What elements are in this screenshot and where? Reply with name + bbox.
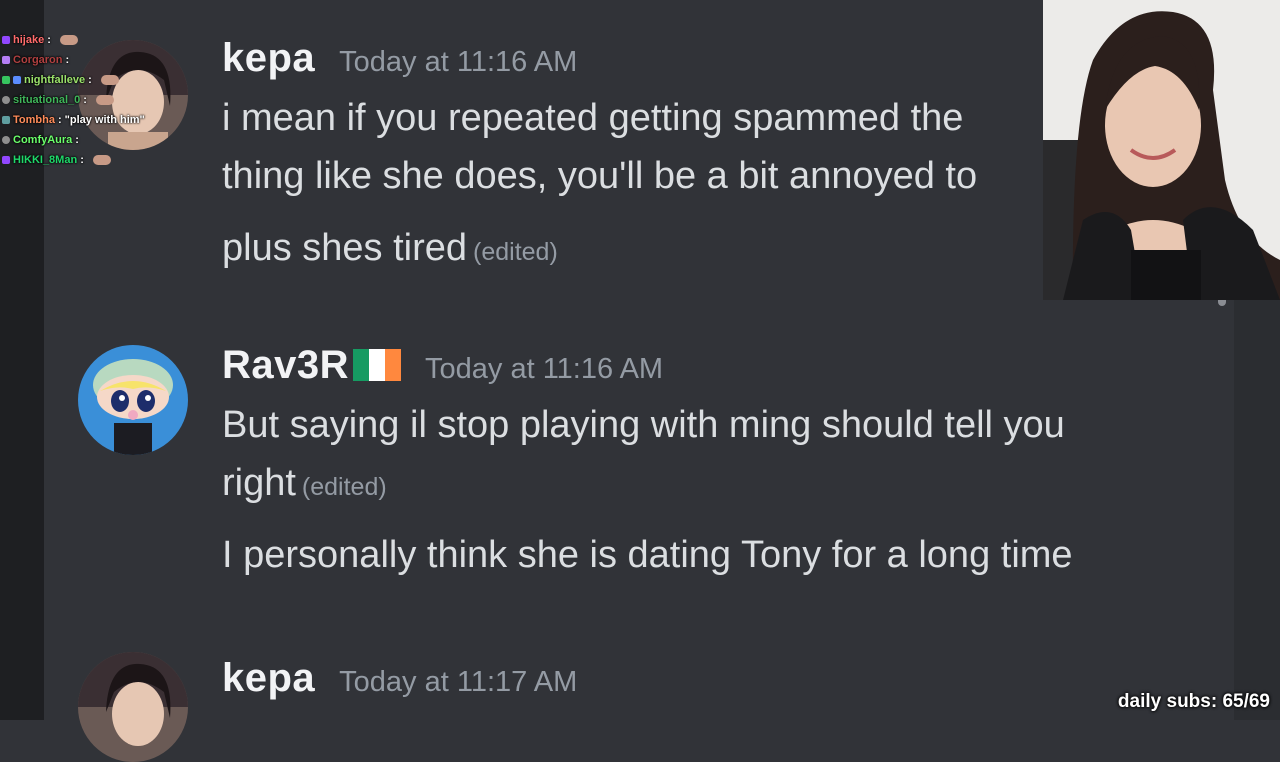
chat-user: hijake	[13, 34, 45, 46]
timestamp[interactable]: Today at 11:17 AM	[339, 666, 577, 699]
chat-user: nightfalleve	[24, 74, 86, 86]
sub-badge-icon	[2, 96, 10, 104]
chat-separator: :	[57, 114, 62, 126]
chat-line: HIKKI_8Man:	[2, 150, 202, 170]
edited-label: (edited)	[473, 238, 558, 266]
chat-line: nightfalleve:	[2, 70, 202, 90]
sub-badge-icon	[2, 136, 10, 144]
sub-badge-icon	[2, 56, 10, 64]
chat-user: Corgaron	[13, 54, 63, 66]
chat-line: situational_0:	[2, 90, 202, 110]
message-line: plus shes tired	[222, 227, 468, 269]
emote-icon	[92, 155, 111, 165]
sub-badge-icon	[2, 36, 10, 44]
vip-badge-icon	[13, 76, 21, 84]
chat-line: ComfyAura:	[2, 130, 202, 150]
chat-user: situational_0	[13, 94, 81, 106]
chat-separator: :	[83, 94, 87, 106]
rav3r-avatar[interactable]	[78, 345, 188, 455]
message-text: But saying il stop playing with ming sho…	[222, 404, 1065, 446]
chat-user: Tombha	[13, 114, 55, 126]
message-text: I personally think she is dating Tony fo…	[222, 534, 1073, 576]
message-text: thing like she does, you'll be a bit ann…	[222, 155, 978, 197]
author-name-text: Rav3R	[222, 343, 350, 387]
message-line: right	[222, 462, 296, 504]
message-header: kepa Today at 11:17 AM	[222, 656, 577, 701]
message-text: right (edited)	[222, 454, 387, 516]
author-name[interactable]: kepa	[222, 656, 315, 701]
chat-separator: :	[65, 54, 70, 66]
message-text: plus shes tired (edited)	[222, 219, 558, 281]
sub-badge-icon	[2, 116, 10, 124]
sub-badge-icon	[2, 76, 10, 84]
chat-line: hijake:	[2, 30, 202, 50]
chat-separator: :	[88, 74, 92, 86]
daily-subs-counter: daily subs: 65/69	[1117, 691, 1270, 712]
author-name[interactable]: kepa	[222, 36, 315, 81]
chat-line: Tombha: "play with him"	[2, 110, 202, 130]
timestamp[interactable]: Today at 11:16 AM	[425, 353, 663, 386]
emote-icon	[59, 35, 78, 45]
message-text: i mean if you repeated getting spammed t…	[222, 97, 964, 139]
stream-chat-overlay: hijake: Corgaron: nightfalleve: situatio…	[2, 30, 202, 170]
chat-separator: :	[47, 34, 51, 46]
emote-icon	[95, 95, 114, 105]
chat-line: Corgaron:	[2, 50, 202, 70]
ireland-flag-icon	[353, 349, 402, 381]
chat-user: HIKKI_8Man	[13, 154, 78, 166]
chat-message: "play with him"	[64, 114, 145, 126]
chat-separator: :	[80, 154, 84, 166]
sub-badge-icon	[2, 156, 10, 164]
edited-label: (edited)	[301, 473, 387, 501]
timestamp[interactable]: Today at 11:16 AM	[339, 46, 577, 79]
chat-user: ComfyAura	[13, 134, 73, 146]
chat-separator: :	[75, 134, 79, 146]
message-header: kepa Today at 11:16 AM	[222, 36, 577, 81]
webcam-feed	[1043, 0, 1280, 300]
author-name[interactable]: Rav3R	[222, 343, 402, 388]
message-header: Rav3R Today at 11:16 AM	[222, 343, 663, 388]
kepa-avatar[interactable]	[78, 652, 188, 762]
scrollbar-track[interactable]	[1234, 300, 1280, 720]
emote-icon	[100, 75, 119, 85]
